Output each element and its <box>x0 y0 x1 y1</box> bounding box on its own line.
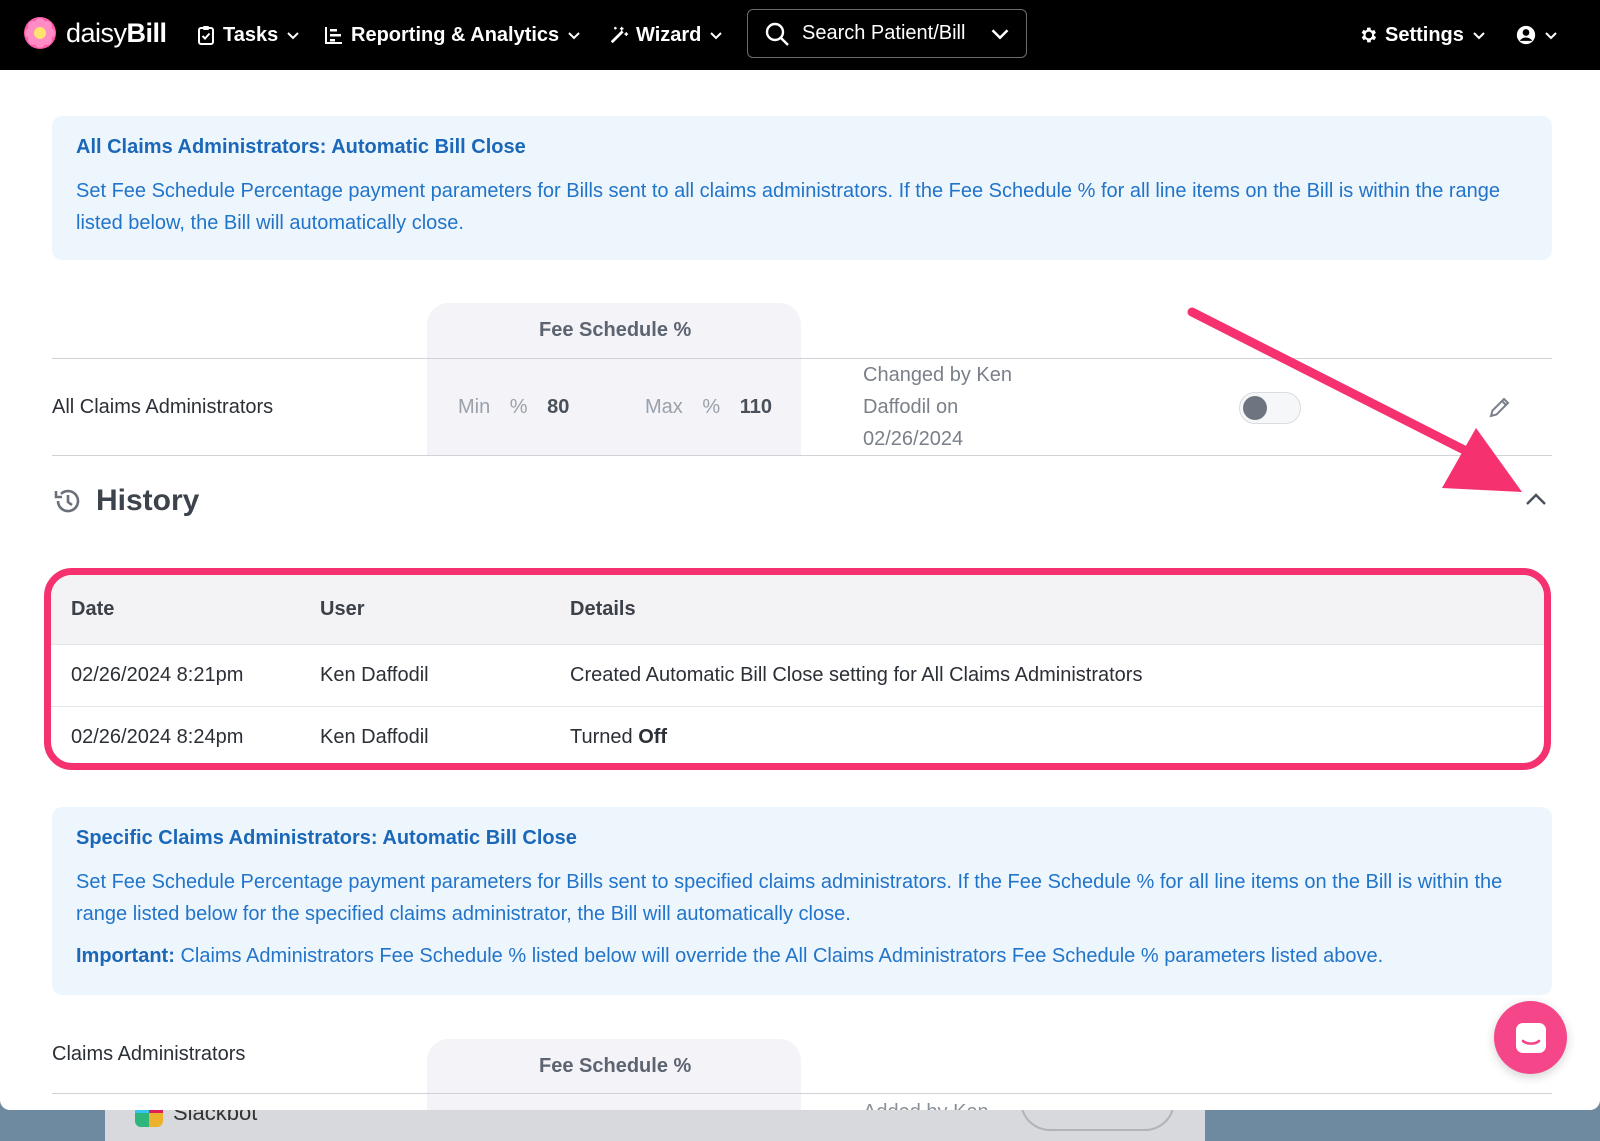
chevron-down-icon <box>991 28 1009 40</box>
collapse-chevron-up-icon[interactable] <box>1523 487 1549 513</box>
specific-admins-description: Set Fee Schedule Percentage payment para… <box>76 871 1503 925</box>
toggle-knob <box>1243 396 1267 420</box>
bar-chart-icon <box>324 25 344 45</box>
row-date: 02/26/2024 8:21pm <box>51 643 300 706</box>
chevron-down-icon <box>1473 32 1485 40</box>
max-field: Max % 110 <box>645 396 772 419</box>
search-patient-bill[interactable]: Search Patient/Bill <box>747 9 1027 58</box>
col-date: Date <box>51 575 300 644</box>
fee-schedule-header: Fee Schedule % <box>539 319 692 341</box>
col-details: Details <box>550 575 1544 644</box>
nav-wizard[interactable]: Wizard <box>609 0 724 70</box>
chat-support-button[interactable] <box>1494 1001 1567 1074</box>
nav-tasks[interactable]: Tasks <box>196 0 301 70</box>
all-admins-description: Set Fee Schedule Percentage payment para… <box>76 180 1501 234</box>
chat-icon <box>1515 1022 1546 1053</box>
row-details: Turned Off <box>550 705 1544 763</box>
changed-by-text: Changed by Ken Daffodil on 02/26/2024 <box>863 364 1013 450</box>
nav-reporting[interactable]: Reporting & Analytics <box>324 0 582 70</box>
daisy-logo-icon <box>24 17 56 49</box>
added-by-text: Added by Ken <box>863 1096 1053 1110</box>
row-user: Ken Daffodil <box>300 705 550 763</box>
nav-wizard-label: Wizard <box>636 23 702 46</box>
history-header: History <box>52 484 199 518</box>
max-label: Max <box>645 396 683 418</box>
table-divider <box>52 358 1552 359</box>
history-table-highlight: Date User Details 02/26/2024 8:21pm Ken … <box>44 568 1551 770</box>
table-divider <box>52 1093 1552 1094</box>
chevron-down-icon <box>710 32 723 40</box>
row-date: 02/26/2024 8:24pm <box>51 705 300 763</box>
col-user: User <box>300 575 550 644</box>
row-details: Created Automatic Bill Close setting for… <box>550 643 1544 706</box>
min-pct: % <box>509 396 528 418</box>
claims-admins-label: Claims Administrators <box>52 1043 246 1065</box>
specific-admins-title: Specific Claims Administrators: Automati… <box>76 827 577 849</box>
nav-reporting-label: Reporting & Analytics <box>351 23 560 46</box>
user-avatar-icon <box>1516 25 1536 45</box>
min-label: Min <box>458 396 491 418</box>
specific-admins-important: Important: Claims Administrators Fee Sch… <box>76 945 1384 967</box>
nav-tasks-label: Tasks <box>223 23 279 46</box>
fee-schedule-header: Fee Schedule % <box>539 1055 692 1077</box>
history-title: History <box>96 484 200 517</box>
max-value: 110 <box>739 396 772 418</box>
min-value: 80 <box>547 396 570 418</box>
min-field: Min % 80 <box>458 396 569 419</box>
magic-wand-icon <box>609 25 629 45</box>
all-admins-info-box: All Claims Administrators: Automatic Bil… <box>52 116 1552 260</box>
search-icon <box>765 22 789 46</box>
edit-pencil-icon[interactable] <box>1487 394 1513 420</box>
table-divider <box>52 455 1552 456</box>
max-pct: % <box>702 396 721 418</box>
table-row: 02/26/2024 8:21pm Ken Daffodil Created A… <box>51 643 1544 706</box>
annotation-arrow-icon <box>1187 307 1522 492</box>
clipboard-icon <box>196 25 216 45</box>
chevron-down-icon <box>1545 32 1557 40</box>
all-admins-row-label: All Claims Administrators <box>52 396 274 418</box>
gear-icon <box>1358 25 1378 45</box>
chevron-down-icon <box>287 32 299 40</box>
brand[interactable]: daisyBill <box>24 17 167 49</box>
chevron-down-icon <box>568 32 580 40</box>
nav-settings-label: Settings <box>1385 23 1464 46</box>
brand-name: daisyBill <box>66 17 167 48</box>
all-admins-title: All Claims Administrators: Automatic Bil… <box>76 136 526 158</box>
history-table: Date User Details 02/26/2024 8:21pm Ken … <box>51 575 1544 763</box>
history-header-row: Date User Details <box>51 575 1544 644</box>
row-user: Ken Daffodil <box>300 643 550 706</box>
top-navbar: daisyBill Tasks Reporting & Analytics Wi… <box>0 0 1600 70</box>
table-row: 02/26/2024 8:24pm Ken Daffodil Turned Of… <box>51 705 1544 763</box>
history-clock-icon <box>54 489 80 513</box>
user-menu[interactable] <box>1516 0 1559 70</box>
specific-admins-info-box: Specific Claims Administrators: Automati… <box>52 807 1552 995</box>
app-window: daisyBill Tasks Reporting & Analytics Wi… <box>0 0 1600 1110</box>
auto-close-toggle[interactable] <box>1239 392 1301 424</box>
search-placeholder: Search Patient/Bill <box>802 22 966 44</box>
nav-settings[interactable]: Settings <box>1358 0 1487 70</box>
